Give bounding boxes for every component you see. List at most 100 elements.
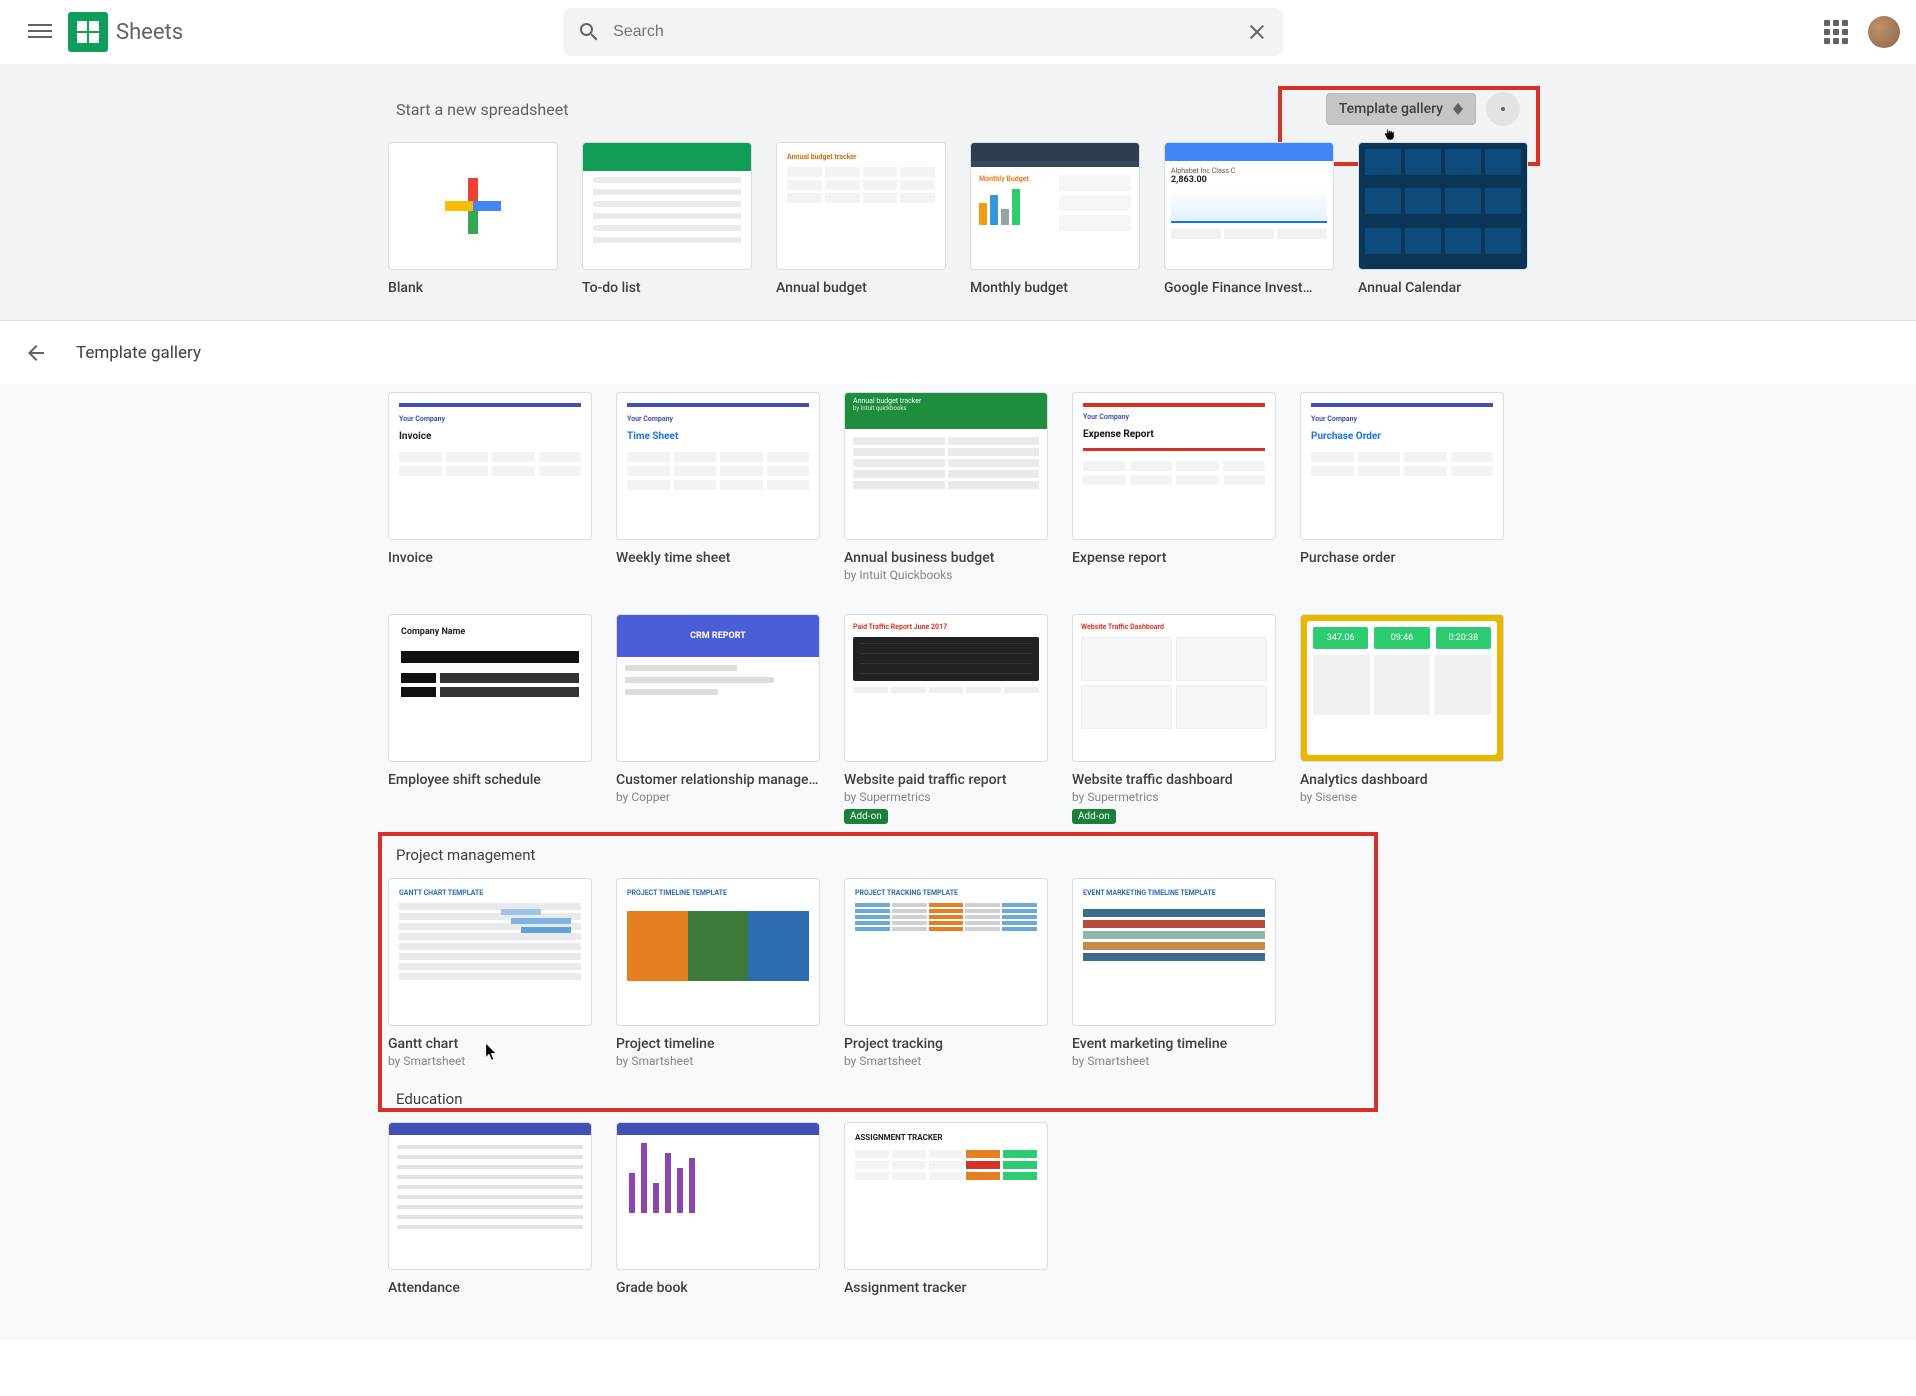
template-title: Monthly budget	[970, 280, 1140, 296]
start-templates-row: Blank To-do list Annual budget tracker A…	[388, 142, 1528, 296]
template-title: To-do list	[582, 280, 752, 296]
template-analytics-dashboard[interactable]: 347.0609:460:20:38 Analytics dashboard b…	[1300, 614, 1504, 824]
template-shift-schedule[interactable]: Company Name Employee shift schedule	[388, 614, 592, 824]
template-sub: by Supermetrics	[844, 790, 1048, 804]
thumb-text: Invoice	[399, 431, 581, 442]
template-title: Customer relationship management	[616, 772, 820, 788]
top-bar: Sheets	[0, 0, 1916, 64]
template-title: Attendance	[388, 1280, 592, 1296]
template-sub: by Smartsheet	[844, 1054, 1048, 1068]
template-title: Employee shift schedule	[388, 772, 592, 788]
search-bar[interactable]	[563, 8, 1283, 56]
thumb-text: Paid Traffic Report June 2017	[853, 623, 1039, 631]
template-title: Project timeline	[616, 1036, 820, 1052]
thumb-text: 09:46	[1374, 627, 1429, 649]
search-icon	[577, 20, 601, 44]
template-invoice[interactable]: Your CompanyInvoice Invoice	[388, 392, 592, 582]
thumb-text: GANTT CHART TEMPLATE	[399, 889, 581, 897]
thumb-text: Your Company	[1311, 415, 1493, 423]
thumb-text: Website Traffic Dashboard	[1081, 623, 1267, 631]
thumb-text: Annual budget tracker	[853, 397, 1039, 405]
template-title: Purchase order	[1300, 550, 1504, 566]
template-title: Gantt chart	[388, 1036, 592, 1052]
template-title: Website traffic dashboard	[1072, 772, 1276, 788]
template-title: Expense report	[1072, 550, 1276, 566]
template-traffic-dashboard[interactable]: Website Traffic Dashboard Website traffi…	[1072, 614, 1276, 824]
template-gallery-button[interactable]: Template gallery	[1326, 93, 1476, 125]
template-row-edu: Attendance Grade book ASSIGNMENT TRACKER…	[388, 1122, 1528, 1300]
template-paid-traffic[interactable]: Paid Traffic Report June 2017 Website pa…	[844, 614, 1048, 824]
template-blank[interactable]: Blank	[388, 142, 558, 296]
gallery-body: Your CompanyInvoice Invoice Your Company…	[0, 384, 1916, 1340]
back-button[interactable]	[16, 333, 56, 373]
thumb-text: Annual budget tracker	[787, 153, 935, 161]
top-right	[1816, 12, 1900, 52]
search-wrap	[563, 8, 1283, 56]
template-title: Annual budget	[776, 280, 946, 296]
template-google-finance[interactable]: Alphabet Inc Class C2,863.00 Google Fina…	[1164, 142, 1334, 296]
main-menu-button[interactable]	[16, 8, 64, 56]
google-apps-button[interactable]	[1816, 12, 1856, 52]
template-gantt[interactable]: GANTT CHART TEMPLATE Gantt chart by Smar…	[388, 878, 592, 1068]
account-avatar[interactable]	[1868, 16, 1900, 48]
template-todo[interactable]: To-do list	[582, 142, 752, 296]
addon-badge: Add-on	[844, 809, 888, 824]
thumb-text: Your Company	[399, 415, 581, 423]
arrow-back-icon	[24, 341, 48, 365]
thumb-text: ASSIGNMENT TRACKER	[855, 1133, 1037, 1142]
template-title: Weekly time sheet	[616, 550, 820, 566]
template-title: Event marketing timeline	[1072, 1036, 1276, 1052]
template-project-timeline[interactable]: PROJECT TIMELINE TEMPLATE Project timeli…	[616, 878, 820, 1068]
template-sub: by Smartsheet	[616, 1054, 820, 1068]
template-title: Annual business budget	[844, 550, 1048, 566]
template-annual-budget[interactable]: Annual budget tracker Annual budget	[776, 142, 946, 296]
category-title-edu: Education	[388, 1072, 1528, 1122]
apps-grid-icon	[1824, 20, 1848, 44]
thumb-text: Company Name	[401, 627, 579, 637]
template-gradebook[interactable]: Grade book	[616, 1122, 820, 1296]
template-monthly-budget[interactable]: Monthly Budget Monthly budget	[970, 142, 1140, 296]
template-row: Company Name Employee shift schedule CRM…	[388, 614, 1528, 828]
thumb-text: 347.06	[1313, 627, 1368, 649]
thumb-text: Expense Report	[1083, 429, 1265, 440]
template-row: Your CompanyInvoice Invoice Your Company…	[388, 392, 1528, 586]
thumb-text: Time Sheet	[627, 431, 809, 442]
template-title: Analytics dashboard	[1300, 772, 1504, 788]
search-input[interactable]	[601, 23, 1245, 41]
thumb-text: Your Company	[1083, 413, 1265, 421]
template-project-tracking[interactable]: PROJECT TRACKING TEMPLATE Project tracki…	[844, 878, 1048, 1068]
template-assignment-tracker[interactable]: ASSIGNMENT TRACKER Assignment tracker	[844, 1122, 1048, 1296]
template-sub: by Copper	[616, 790, 820, 804]
start-title: Start a new spreadsheet	[396, 100, 568, 119]
template-annual-business-budget[interactable]: Annual budget trackerby Intuit quickbook…	[844, 392, 1048, 582]
app-name: Sheets	[116, 20, 183, 45]
template-sub: by Smartsheet	[1072, 1054, 1276, 1068]
template-gallery-label: Template gallery	[1339, 101, 1443, 117]
sort-icon	[1453, 103, 1463, 115]
template-purchase-order[interactable]: Your CompanyPurchase Order Purchase orde…	[1300, 392, 1504, 582]
template-sub: by Smartsheet	[388, 1054, 592, 1068]
thumb-text: Alphabet Inc Class C	[1171, 167, 1327, 175]
template-title: Grade book	[616, 1280, 820, 1296]
sheets-logo-icon	[68, 12, 108, 52]
template-title: Assignment tracker	[844, 1280, 1048, 1296]
template-attendance[interactable]: Attendance	[388, 1122, 592, 1296]
template-crm[interactable]: CRM REPORT Customer relationship managem…	[616, 614, 820, 824]
clear-search-icon[interactable]	[1245, 20, 1269, 44]
thumb-text: PROJECT TIMELINE TEMPLATE	[627, 889, 809, 897]
thumb-text: Monthly Budget	[979, 175, 1051, 183]
thumb-text: Your Company	[627, 415, 809, 423]
template-sub: by Supermetrics	[1072, 790, 1276, 804]
template-weekly-timesheet[interactable]: Your Company Time Sheet Weekly time sheet	[616, 392, 820, 582]
template-expense-report[interactable]: Your Company Expense Report Expense repor…	[1072, 392, 1276, 582]
template-title: Annual Calendar	[1358, 280, 1528, 296]
thumb-text: 2,863.00	[1171, 175, 1327, 185]
logo-area[interactable]: Sheets	[68, 12, 183, 52]
template-sub: by Intuit Quickbooks	[844, 568, 1048, 582]
template-annual-calendar[interactable]: Annual Calendar	[1358, 142, 1528, 296]
template-event-marketing[interactable]: EVENT MARKETING TIMELINE TEMPLATE Event …	[1072, 878, 1276, 1068]
start-header: Start a new spreadsheet Template gallery	[388, 80, 1528, 142]
start-new-section: Start a new spreadsheet Template gallery	[0, 64, 1916, 320]
more-options-button[interactable]	[1486, 92, 1520, 126]
gallery-title: Template gallery	[76, 343, 201, 363]
